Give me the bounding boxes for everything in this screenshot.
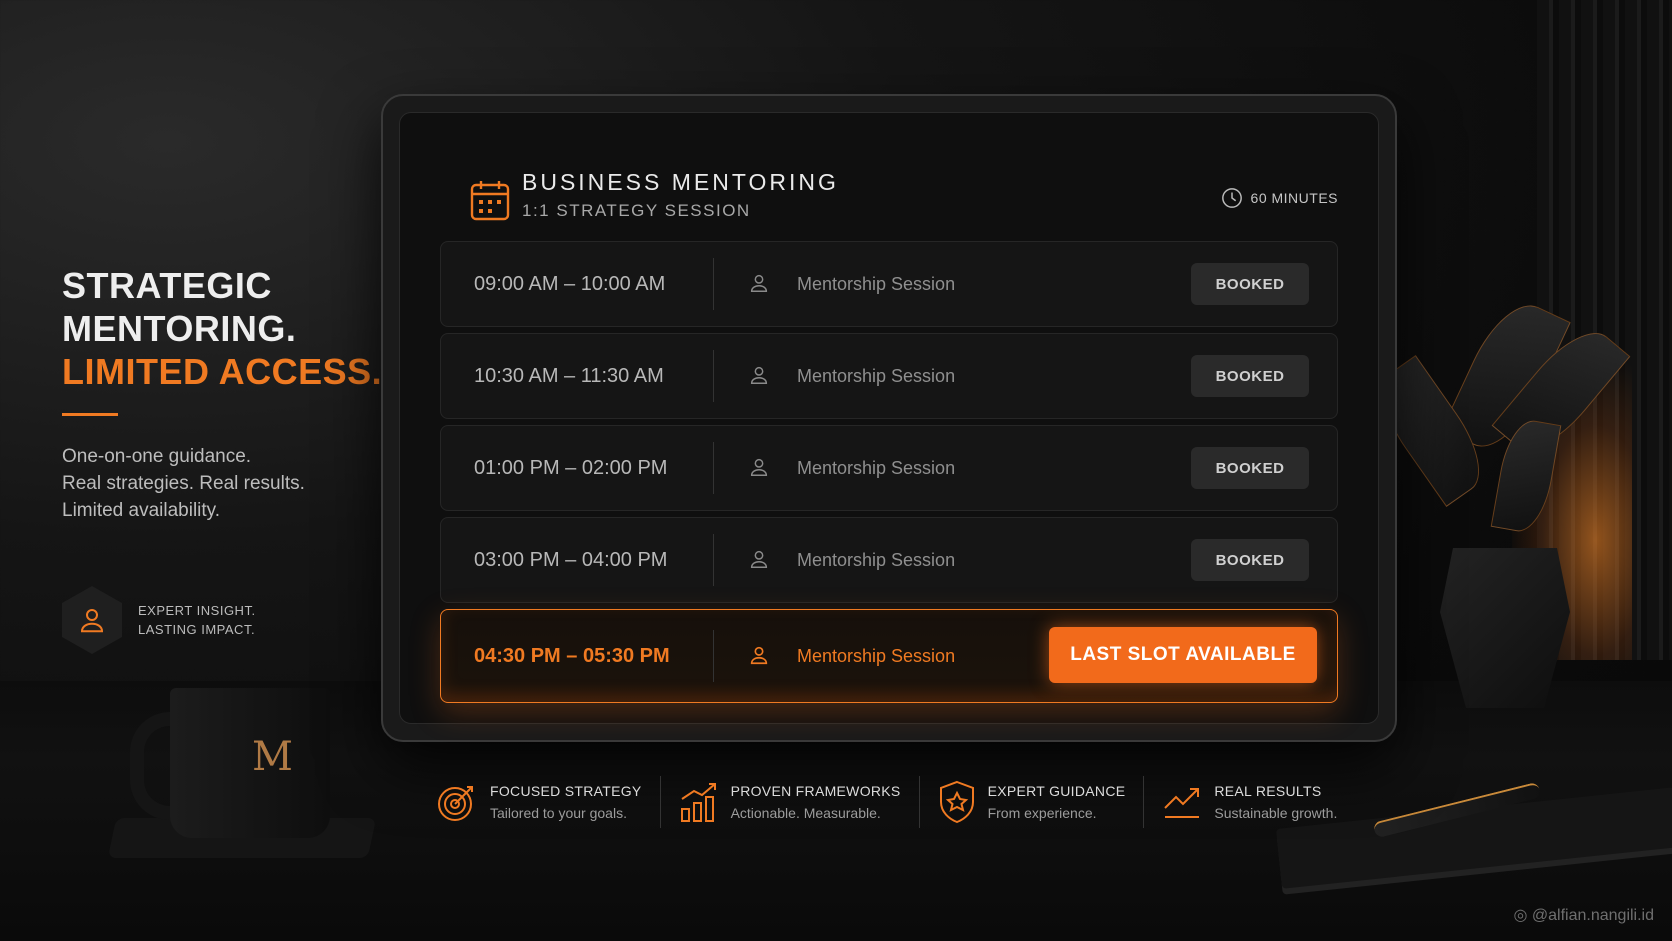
duration-indicator: 60 MINUTES [1221, 187, 1338, 209]
feature-item: REAL RESULTS Sustainable growth. [1143, 776, 1355, 828]
credit-watermark: ◎ @alfian.nangili.id [1514, 905, 1655, 925]
time-slot-row: 03:00 PM – 04:00 PM Mentorship Session B… [440, 517, 1338, 603]
feature-subtitle: From experience. [987, 805, 1097, 821]
feature-item: PROVEN FRAMEWORKS Actionable. Measurable… [659, 776, 919, 828]
feature-title: EXPERT GUIDANCE [987, 783, 1126, 799]
hero-line-1: STRATEGIC [62, 265, 272, 306]
accent-divider [62, 413, 118, 416]
target-icon [438, 786, 473, 821]
badge-line-1: EXPERT INSIGHT. [138, 603, 256, 618]
feature-strip: FOCUSED STRATEGY Tailored to your goals.… [418, 776, 1355, 828]
subcopy-line-2: Real strategies. Real results. [62, 473, 305, 494]
bar-chart-icon [680, 783, 716, 822]
shield-star-icon [939, 780, 974, 824]
calendar-icon [470, 181, 510, 221]
slot-time: 10:30 AM – 11:30 AM [474, 365, 664, 387]
hero-line-3: LIMITED ACCESS. [62, 351, 383, 392]
feature-item: EXPERT GUIDANCE From experience. [918, 776, 1144, 828]
slot-divider [713, 350, 714, 402]
time-slot-row: 09:00 AM – 10:00 AM Mentorship Session B… [440, 241, 1338, 327]
booked-badge: BOOKED [1191, 447, 1309, 489]
credit-handle: @alfian.nangili.id [1531, 907, 1654, 924]
booked-badge: BOOKED [1191, 355, 1309, 397]
slot-time: 04:30 PM – 05:30 PM [474, 645, 670, 667]
user-icon [750, 366, 768, 384]
subcopy-line-1: One-on-one guidance. [62, 446, 252, 467]
book-last-slot-button[interactable]: LAST SLOT AVAILABLE [1049, 627, 1317, 683]
slot-divider [713, 258, 714, 310]
mug-logo: M [252, 734, 293, 780]
slot-label: Mentorship Session [797, 550, 956, 570]
feature-item: FOCUSED STRATEGY Tailored to your goals. [418, 776, 660, 828]
slot-time: 09:00 AM – 10:00 AM [474, 273, 666, 295]
slot-label: Mentorship Session [797, 646, 956, 666]
booked-badge: BOOKED [1191, 539, 1309, 581]
clock-icon [1221, 188, 1242, 208]
booking-screen: BUSINESS MENTORING 1:1 STRATEGY SESSION … [399, 112, 1379, 724]
feature-title: REAL RESULTS [1214, 783, 1322, 799]
user-icon [750, 550, 768, 568]
hero-headline: STRATEGIC MENTORING. LIMITED ACCESS. [62, 264, 382, 393]
booked-badge: BOOKED [1191, 263, 1309, 305]
user-icon [750, 274, 768, 292]
time-slot-row-available[interactable]: 04:30 PM – 05:30 PM Mentorship Session L… [440, 609, 1338, 703]
slot-divider [713, 442, 714, 494]
coffee-mug [170, 688, 330, 838]
feature-subtitle: Sustainable growth. [1214, 805, 1338, 821]
time-slot-row: 10:30 AM – 11:30 AM Mentorship Session B… [440, 333, 1338, 419]
slot-time: 03:00 PM – 04:00 PM [474, 549, 668, 571]
slot-label: Mentorship Session [797, 274, 956, 294]
user-icon [80, 609, 104, 633]
slot-label: Mentorship Session [797, 366, 956, 386]
hero-line-2: MENTORING. [62, 308, 297, 349]
time-slot-row: 01:00 PM – 02:00 PM Mentorship Session B… [440, 425, 1338, 511]
booking-device: BUSINESS MENTORING 1:1 STRATEGY SESSION … [381, 94, 1397, 742]
slot-time: 01:00 PM – 02:00 PM [474, 457, 668, 479]
expert-badge: EXPERT INSIGHT. LASTING IMPACT. [62, 586, 256, 654]
hexagon-badge [62, 586, 122, 654]
plant-pot [1440, 548, 1570, 708]
slot-divider [713, 630, 714, 682]
feature-title: FOCUSED STRATEGY [490, 783, 642, 799]
instagram-icon: ◎ [1513, 907, 1532, 924]
subcopy-line-3: Limited availability. [62, 500, 221, 521]
feature-subtitle: Actionable. Measurable. [730, 805, 881, 821]
card-subtitle: 1:1 STRATEGY SESSION [522, 201, 751, 220]
trend-up-icon [1164, 788, 1200, 818]
slot-label: Mentorship Session [797, 458, 956, 478]
user-icon [750, 646, 768, 665]
hero-subcopy: One-on-one guidance. Real strategies. Re… [62, 443, 305, 524]
feature-subtitle: Tailored to your goals. [490, 805, 627, 821]
user-icon [750, 458, 768, 476]
duration-label: 60 MINUTES [1250, 190, 1338, 206]
card-title: BUSINESS MENTORING [522, 169, 839, 195]
feature-title: PROVEN FRAMEWORKS [730, 783, 901, 799]
time-slot-list: 09:00 AM – 10:00 AM Mentorship Session B… [440, 241, 1338, 709]
slot-divider [713, 534, 714, 586]
badge-line-2: LASTING IMPACT. [138, 622, 256, 637]
